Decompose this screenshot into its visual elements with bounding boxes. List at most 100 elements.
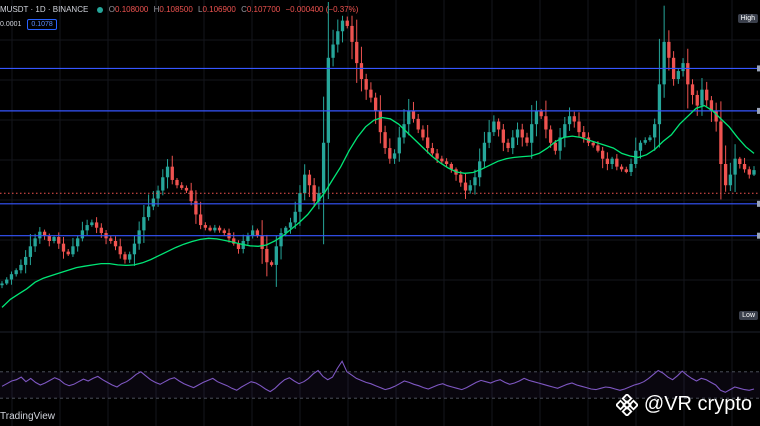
candle-body <box>364 79 368 90</box>
candle-body <box>392 153 397 159</box>
candle-body <box>416 118 420 130</box>
candle-body <box>373 97 378 111</box>
candle-body <box>638 142 643 151</box>
tradingview-logo[interactable]: TradingView <box>0 411 55 422</box>
close-label: C <box>241 5 247 14</box>
candle-body <box>411 110 416 119</box>
candle-body <box>175 179 179 186</box>
change-value: −0.000400 (−0.37%) <box>285 5 359 14</box>
candle-body <box>430 148 435 154</box>
moving-average-line <box>1 104 755 308</box>
candle-body <box>676 71 680 80</box>
candle-body <box>596 145 600 151</box>
candle-body <box>506 142 510 149</box>
candle-body <box>28 246 33 257</box>
candle-body <box>331 44 335 58</box>
candle-body <box>99 227 103 234</box>
candle-body <box>14 270 18 275</box>
candle-body <box>137 230 141 244</box>
candle-body <box>553 142 558 151</box>
candle-body <box>610 158 614 164</box>
candle-body <box>213 227 217 231</box>
candle-body <box>161 177 165 191</box>
low-value: 0.106900 <box>202 5 236 14</box>
candle-body <box>142 217 146 231</box>
candle-body <box>326 57 330 143</box>
candle-body <box>71 246 75 255</box>
candle-body <box>307 174 312 186</box>
candle-body <box>57 237 61 244</box>
candle-body <box>378 110 383 133</box>
candle-body <box>657 84 662 125</box>
high-badge: High <box>737 14 758 23</box>
candle-body <box>118 246 122 255</box>
candle-body <box>629 164 633 172</box>
candle-body <box>525 137 529 143</box>
candle-body <box>700 89 704 106</box>
candle-body <box>444 161 449 164</box>
candle-body <box>567 116 572 125</box>
candle-body <box>738 158 742 164</box>
candle-body <box>653 124 657 138</box>
candle-body <box>577 121 581 133</box>
candle-body <box>643 140 647 143</box>
candle-body <box>695 94 699 106</box>
candle-body <box>345 20 349 26</box>
candle-body <box>340 20 345 32</box>
candle-body <box>170 166 174 180</box>
candle-body <box>383 132 387 149</box>
candle-body <box>482 142 487 162</box>
candle-body <box>501 129 505 143</box>
candle-body <box>236 243 241 249</box>
candle-body <box>648 137 652 141</box>
candle-body <box>90 222 94 226</box>
candle-body <box>151 198 156 207</box>
candle-body <box>146 206 151 218</box>
candle-body <box>85 225 89 231</box>
candle-body <box>0 283 4 286</box>
candle-body <box>251 230 255 236</box>
candle-body <box>539 110 543 117</box>
symbol-label[interactable]: MUSDT · 1D · BINANCE <box>0 5 88 14</box>
candle-body <box>520 129 524 138</box>
candle-body <box>435 153 439 159</box>
candle-body <box>355 41 359 64</box>
candle-body <box>66 251 70 255</box>
candle-body <box>619 166 624 170</box>
candle-body <box>719 121 723 164</box>
watermark-text: @VR crypto <box>643 393 752 415</box>
candle-body <box>511 137 515 149</box>
watermark: @VR crypto <box>615 393 752 416</box>
candle-body <box>747 169 751 175</box>
candle-body <box>293 211 297 223</box>
chart-header: MUSDT · 1D · BINANCE O0.108000 H0.108500… <box>0 5 361 14</box>
candle-body <box>194 201 198 215</box>
candle-body <box>33 238 37 247</box>
candle-body <box>255 230 260 236</box>
candle-body <box>563 124 567 138</box>
candle-body <box>38 231 42 239</box>
candle-body <box>615 158 619 167</box>
candle-body <box>359 63 364 80</box>
candle-body <box>76 238 80 247</box>
price-box[interactable]: 0.1078 <box>27 19 57 30</box>
candle-body <box>222 230 226 234</box>
candle-body <box>109 238 113 241</box>
price-step: 0.0001 <box>0 21 22 28</box>
candle-body <box>582 132 586 138</box>
candle-body <box>123 254 127 260</box>
candle-body <box>496 121 501 130</box>
candle-body <box>388 148 392 159</box>
candle-body <box>350 25 354 42</box>
candle-body <box>459 174 463 183</box>
candle-body <box>269 262 274 265</box>
candle-body <box>203 225 208 228</box>
price-chart[interactable] <box>0 0 760 426</box>
candle-body <box>23 256 28 265</box>
candle-body <box>572 116 576 122</box>
candle-body <box>600 150 605 159</box>
candle-body <box>128 254 132 260</box>
candle-body <box>184 187 189 191</box>
candle-body <box>260 235 264 249</box>
candle-body <box>369 89 373 98</box>
